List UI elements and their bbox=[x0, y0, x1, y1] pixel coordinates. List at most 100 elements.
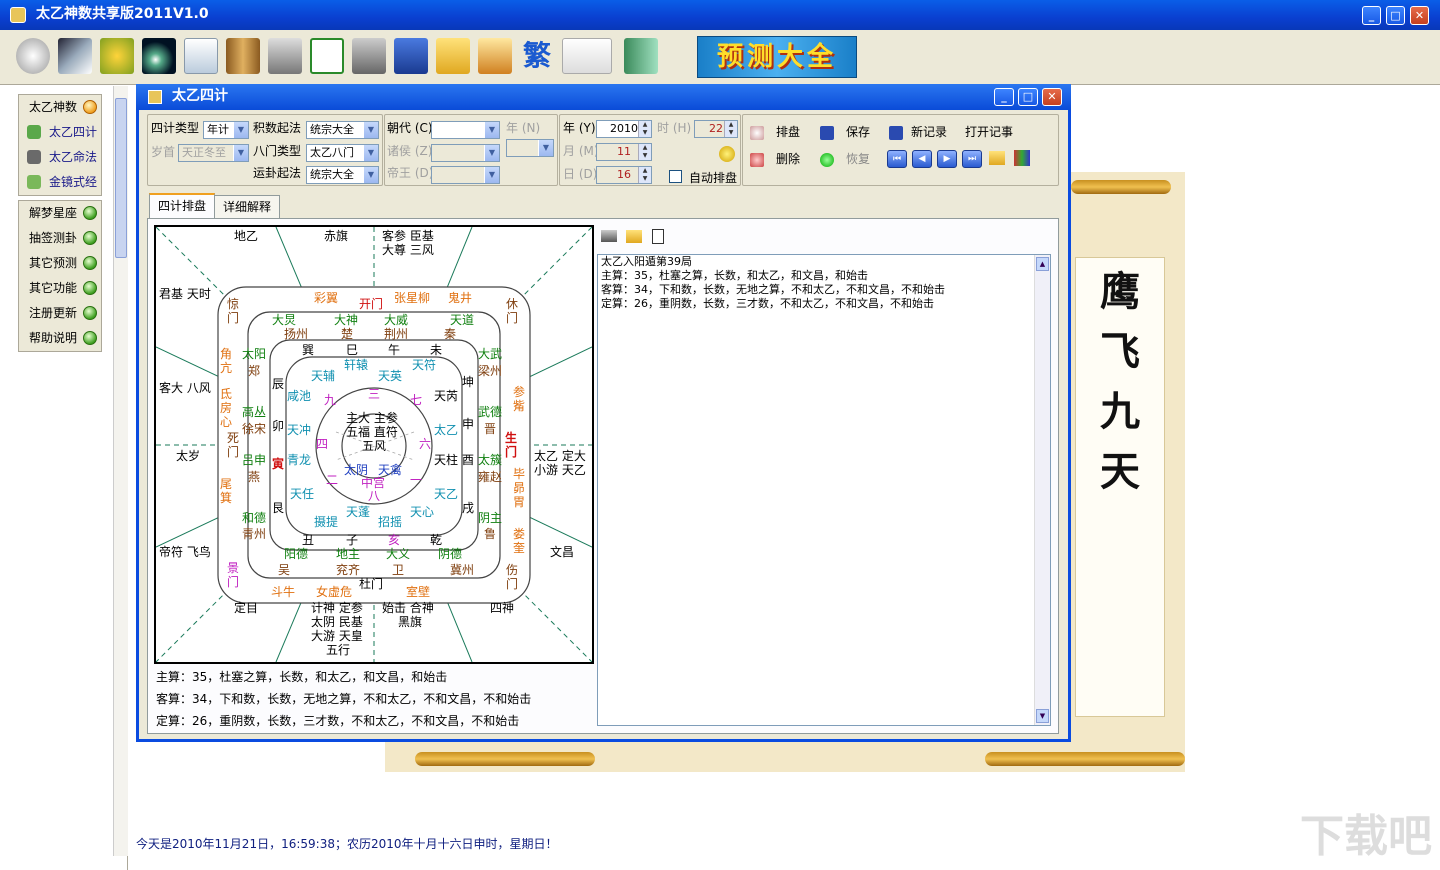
books-icon[interactable] bbox=[1014, 150, 1030, 166]
book-icon[interactable] bbox=[226, 38, 260, 74]
sidebar-item-other-func[interactable]: 其它功能 bbox=[19, 276, 101, 301]
sidebar-scrollbar[interactable] bbox=[113, 86, 128, 856]
sidebar-item-dream[interactable]: 解梦星座 bbox=[19, 201, 101, 226]
sidebar-item-lots[interactable]: 抽签测卦 bbox=[19, 226, 101, 251]
first-record-icon[interactable]: ⏮ bbox=[887, 150, 907, 168]
ring4-label: 天柱 bbox=[434, 453, 459, 467]
folder-icon[interactable] bbox=[436, 38, 470, 74]
sidebar-item-other-predict[interactable]: 其它预测 bbox=[19, 251, 101, 276]
ring3-label: 巽 bbox=[302, 343, 315, 357]
year-spinner[interactable]: 2010 ▲ ▼ bbox=[596, 120, 652, 138]
spin-arrows-icon: ▲ ▼ bbox=[638, 144, 651, 160]
sidebar-item-label: 注册更新 bbox=[29, 306, 78, 320]
ring4-label: 招摇 bbox=[378, 515, 403, 529]
new-record-button[interactable]: 新记录 bbox=[889, 123, 947, 140]
outer-label: 客大 八风 bbox=[159, 381, 211, 395]
ring4-label: 咸池 bbox=[287, 389, 312, 403]
restore-button[interactable]: 恢复 bbox=[820, 150, 870, 167]
sidebar-item-taiyi-shenshu[interactable]: 太乙神数 bbox=[19, 95, 101, 120]
outer-label: 大尊 三风 bbox=[382, 243, 434, 257]
outer-label: 始击 合神 bbox=[382, 601, 434, 615]
prev-record-icon[interactable]: ◀ bbox=[912, 150, 932, 168]
traditional-char-icon[interactable]: 繁 bbox=[520, 38, 554, 74]
siji-type-select[interactable]: 年计 ▼ bbox=[203, 121, 249, 139]
homer-icon[interactable] bbox=[100, 38, 134, 74]
document-icon[interactable] bbox=[310, 38, 344, 74]
chevron-down-icon: ▼ bbox=[363, 122, 378, 138]
camera-icon[interactable] bbox=[601, 230, 617, 242]
sidebar-group-tools: 解梦星座 抽签测卦 其它预测 其它功能 注册更新 帮助说明 bbox=[18, 200, 102, 352]
sidebar-item-jinjing[interactable]: 金镜式经 bbox=[19, 170, 101, 195]
zhuhou-select[interactable]: ▼ bbox=[431, 144, 500, 162]
sidebar-item-register[interactable]: 注册更新 bbox=[19, 301, 101, 326]
chaodai-select[interactable]: ▼ bbox=[431, 121, 500, 139]
bamen-select[interactable]: 太乙八门 ▼ bbox=[306, 144, 379, 162]
outer-label: 君基 天时 bbox=[159, 287, 211, 301]
ring3-label: 坤 bbox=[462, 375, 475, 389]
close-button[interactable]: ✕ bbox=[1410, 6, 1429, 25]
dialog-close-button[interactable]: ✕ bbox=[1042, 88, 1062, 106]
sidebar-item-taiyi-mingfa[interactable]: 太乙命法 bbox=[19, 145, 101, 170]
suishou-select[interactable]: 天正冬至 ▼ bbox=[178, 144, 249, 162]
save-button[interactable]: 保存 bbox=[820, 123, 870, 140]
last-record-icon[interactable]: ⏭ bbox=[962, 150, 982, 168]
month-spinner[interactable]: 11 ▲ ▼ bbox=[596, 143, 652, 161]
result-scrollbar[interactable]: ▲ ▼ bbox=[1034, 255, 1050, 725]
key-icon[interactable] bbox=[478, 38, 512, 74]
sun-icon[interactable] bbox=[719, 146, 735, 162]
paipan-button[interactable]: 排盘 bbox=[750, 123, 800, 140]
result-textbox[interactable]: 太乙入阳遁第39局 主算：35，杜塞之算，长数，和太乙，和文昌，和始击 客算：3… bbox=[597, 254, 1051, 726]
ring2-label: 太阳 bbox=[242, 347, 267, 361]
magnifier-icon[interactable] bbox=[184, 38, 218, 74]
center-label: 五福 直符 bbox=[346, 425, 398, 439]
chevron-down-icon: ▼ bbox=[363, 167, 378, 183]
orange-orb-icon bbox=[83, 100, 97, 114]
yungua-select[interactable]: 统宗大全 ▼ bbox=[306, 166, 379, 184]
day-spinner[interactable]: 16 ▲ ▼ bbox=[596, 166, 652, 184]
ring1-label: 女虚危 bbox=[316, 585, 353, 599]
minimize-button[interactable]: _ bbox=[1362, 6, 1381, 25]
ring1-label: 死门 bbox=[227, 431, 240, 459]
diwang-select[interactable]: ▼ bbox=[431, 166, 500, 184]
calligraphy-text: 鹰飞九天 bbox=[1100, 268, 1140, 495]
scanner-icon[interactable] bbox=[352, 38, 386, 74]
open-folder-icon[interactable] bbox=[989, 151, 1005, 165]
tab-detail[interactable]: 详细解释 bbox=[214, 195, 281, 219]
open-folder-icon[interactable] bbox=[626, 230, 642, 243]
dialog-maximize-button[interactable]: □ bbox=[1018, 88, 1038, 106]
save-disk-icon[interactable] bbox=[394, 38, 428, 74]
notepad-icon[interactable] bbox=[652, 229, 664, 244]
weather-dropdown-icon[interactable] bbox=[562, 38, 612, 74]
nian-n-select[interactable]: ▼ bbox=[506, 139, 554, 157]
comet-icon[interactable] bbox=[142, 38, 176, 74]
ring2-label: 扬州 bbox=[284, 327, 309, 341]
taiyi-logo-icon[interactable] bbox=[16, 38, 50, 74]
ring2-label: 高丛 bbox=[242, 405, 267, 419]
scrollbar-thumb[interactable] bbox=[115, 98, 127, 258]
ring2-label: 和德 bbox=[242, 511, 267, 525]
exit-icon[interactable] bbox=[624, 38, 658, 74]
maximize-button[interactable]: □ bbox=[1386, 6, 1405, 25]
ring2-label: 太簇 bbox=[478, 453, 503, 467]
sidebar-item-taiyi-siji[interactable]: 太乙四计 bbox=[19, 120, 101, 145]
ring3-label: 丑 bbox=[302, 533, 315, 547]
jishu-select[interactable]: 统宗大全 ▼ bbox=[306, 121, 379, 139]
camera-icon[interactable] bbox=[268, 38, 302, 74]
figure-icon[interactable] bbox=[58, 38, 92, 74]
tab-siji-paipan[interactable]: 四计排盘 bbox=[149, 193, 216, 219]
scroll-down-icon[interactable]: ▼ bbox=[1036, 709, 1049, 723]
figure-icon bbox=[27, 150, 41, 164]
ring1-label: 室壁 bbox=[406, 585, 431, 599]
sidebar-item-help[interactable]: 帮助说明 bbox=[19, 326, 101, 351]
year-label: 年 (Y) bbox=[563, 121, 596, 135]
calc-line-ding: 定算：26，重阴数，长数，三才数，不和太乙，不和文昌，不和始击 bbox=[156, 714, 520, 728]
auto-paipan-label: 自动排盘 bbox=[689, 171, 738, 185]
next-record-icon[interactable]: ▶ bbox=[937, 150, 957, 168]
promo-banner[interactable]: 预测大全 bbox=[697, 36, 857, 78]
scroll-up-icon[interactable]: ▲ bbox=[1036, 257, 1049, 271]
delete-button[interactable]: 删除 bbox=[750, 150, 800, 167]
dialog-minimize-button[interactable]: _ bbox=[994, 88, 1014, 106]
hour-spinner[interactable]: 22 ▲ ▼ bbox=[694, 120, 738, 138]
auto-paipan-checkbox[interactable] bbox=[669, 170, 682, 183]
open-notes-button[interactable]: 打开记事 bbox=[965, 123, 1013, 140]
